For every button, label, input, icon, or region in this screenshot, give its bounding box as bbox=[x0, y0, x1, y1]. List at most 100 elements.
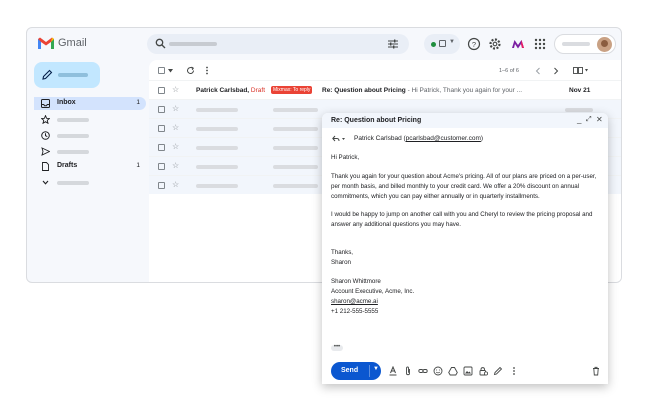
draft-count: 1 bbox=[136, 162, 140, 169]
list-toolbar: 1–6 of 6 bbox=[149, 60, 621, 80]
emoji-icon[interactable] bbox=[433, 366, 443, 376]
star-icon[interactable]: ☆ bbox=[172, 124, 179, 132]
sidebar-label-placeholder bbox=[57, 118, 89, 122]
minimize-icon[interactable]: _ bbox=[577, 116, 581, 124]
mixmax-icon[interactable] bbox=[511, 37, 525, 51]
sidebar-item-drafts[interactable]: Drafts 1 bbox=[34, 160, 146, 173]
text-format-icon[interactable] bbox=[388, 366, 398, 376]
search-bar[interactable] bbox=[147, 34, 409, 54]
chevron-down-icon bbox=[42, 180, 49, 185]
sender-placeholder bbox=[196, 184, 238, 188]
refresh-icon[interactable] bbox=[186, 66, 195, 75]
row-checkbox[interactable] bbox=[158, 163, 165, 170]
sender-placeholder bbox=[196, 165, 238, 169]
clock-icon bbox=[41, 131, 50, 140]
online-status-icon bbox=[431, 42, 436, 47]
unread-count: 1 bbox=[136, 99, 140, 106]
subject-placeholder bbox=[273, 127, 318, 131]
sidebar-item-starred[interactable] bbox=[34, 113, 146, 126]
insert-photo-icon[interactable] bbox=[463, 366, 473, 376]
sidebar-item-label: Drafts bbox=[57, 162, 78, 169]
chevron-down-icon: ▼ bbox=[449, 39, 455, 45]
reply-icon[interactable] bbox=[332, 135, 346, 143]
body-paragraph-1[interactable]: Thank you again for your question about … bbox=[331, 172, 599, 202]
file-icon bbox=[42, 162, 49, 171]
subject-placeholder bbox=[273, 184, 318, 188]
trash-icon[interactable] bbox=[591, 366, 601, 376]
star-icon[interactable]: ☆ bbox=[172, 181, 179, 189]
avatar[interactable] bbox=[597, 37, 612, 52]
row-checkbox[interactable] bbox=[158, 182, 165, 189]
search-icon[interactable] bbox=[155, 38, 166, 49]
expand-icon[interactable]: ⤢ bbox=[586, 116, 592, 123]
signature-phone[interactable]: +1 212-555-5555 bbox=[331, 307, 599, 317]
send-options-chevron-icon[interactable]: ▼ bbox=[373, 366, 379, 372]
row-checkbox[interactable] bbox=[158, 144, 165, 151]
apps-grid-icon[interactable] bbox=[533, 37, 547, 51]
sender-placeholder bbox=[196, 146, 238, 150]
body-paragraph-2[interactable]: I would be happy to jump on another call… bbox=[331, 210, 599, 230]
svg-text:?: ? bbox=[472, 40, 476, 49]
email-subject: Re: Question about Pricing - Hi Patrick,… bbox=[322, 87, 523, 94]
compose-header: Re: Question about Pricing _ ⤢ ✕ bbox=[322, 113, 608, 128]
attach-file-icon[interactable] bbox=[403, 366, 413, 376]
sender-placeholder bbox=[196, 127, 238, 131]
help-icon[interactable]: ? bbox=[467, 37, 481, 51]
email-date: Nov 21 bbox=[569, 87, 591, 94]
date-placeholder bbox=[565, 108, 593, 112]
sidebar-item-label: Inbox bbox=[57, 99, 76, 106]
star-icon bbox=[41, 115, 50, 124]
select-all-checkbox[interactable] bbox=[158, 67, 165, 74]
send-icon bbox=[41, 147, 50, 156]
send-button[interactable]: Send ▼ bbox=[331, 362, 381, 380]
more-vert-icon[interactable] bbox=[205, 66, 209, 75]
star-icon[interactable]: ☆ bbox=[172, 105, 179, 113]
sidebar-label-placeholder bbox=[57, 181, 89, 185]
row-checkbox[interactable] bbox=[158, 125, 165, 132]
star-icon[interactable]: ☆ bbox=[172, 162, 179, 170]
chevron-down-icon[interactable] bbox=[168, 69, 173, 73]
star-icon[interactable]: ☆ bbox=[172, 143, 179, 151]
star-icon[interactable]: ☆ bbox=[172, 86, 179, 94]
row-checkbox[interactable] bbox=[158, 87, 165, 94]
search-placeholder bbox=[169, 42, 217, 46]
signature-title[interactable]: Account Executive, Acme, Inc. bbox=[331, 287, 599, 297]
chevron-right-icon[interactable] bbox=[553, 67, 559, 75]
signature-email[interactable]: sharon@acme.ai bbox=[331, 297, 599, 307]
calendar-icon bbox=[439, 40, 446, 47]
sidebar-label-placeholder bbox=[57, 150, 89, 154]
compose-label-placeholder bbox=[58, 73, 88, 77]
subject-placeholder bbox=[273, 108, 318, 112]
more-options-icon[interactable] bbox=[509, 366, 519, 376]
account-switcher[interactable] bbox=[554, 34, 616, 54]
compose-button[interactable] bbox=[34, 62, 100, 88]
subject-placeholder bbox=[273, 165, 318, 169]
signature-pen-icon[interactable] bbox=[493, 366, 503, 376]
closing[interactable]: Thanks, bbox=[331, 248, 599, 258]
sidebar-item-snoozed[interactable] bbox=[34, 129, 146, 142]
confidential-mode-icon[interactable] bbox=[478, 366, 488, 376]
filter-options-icon[interactable] bbox=[387, 38, 399, 50]
chevron-left-icon[interactable] bbox=[535, 67, 541, 75]
close-icon[interactable]: ✕ bbox=[596, 116, 603, 124]
sidebar-item-inbox[interactable]: Inbox 1 bbox=[34, 97, 146, 110]
split-pane-icon[interactable] bbox=[573, 67, 589, 74]
email-row-selected[interactable]: ☆ Patrick Carlsbad, Draft Mixmax: To rep… bbox=[149, 80, 621, 99]
mixmax-tag-badge: Mixmax: To reply bbox=[271, 86, 313, 94]
send-divider bbox=[369, 365, 370, 377]
show-trimmed-content-button[interactable]: ••• bbox=[331, 344, 343, 351]
sidebar-item-sent[interactable] bbox=[34, 145, 146, 158]
settings-gear-icon[interactable] bbox=[488, 37, 502, 51]
signature-name[interactable]: Sharon Whittmore bbox=[331, 277, 599, 287]
sender-placeholder bbox=[196, 108, 238, 112]
sidebar-item-more[interactable] bbox=[34, 176, 146, 189]
status-selector[interactable]: ▼ bbox=[424, 34, 460, 54]
brand-name: Gmail bbox=[58, 37, 87, 49]
insert-link-icon[interactable] bbox=[418, 366, 428, 376]
greeting[interactable]: Hi Patrick, bbox=[331, 153, 599, 163]
recipient-field[interactable]: Patrick Carlsbad (pcarlsbad@customer.com… bbox=[354, 135, 483, 142]
closing-name[interactable]: Sharon bbox=[331, 258, 599, 268]
row-checkbox[interactable] bbox=[158, 106, 165, 113]
drive-icon[interactable] bbox=[448, 366, 458, 376]
gmail-logo-icon bbox=[38, 37, 54, 49]
